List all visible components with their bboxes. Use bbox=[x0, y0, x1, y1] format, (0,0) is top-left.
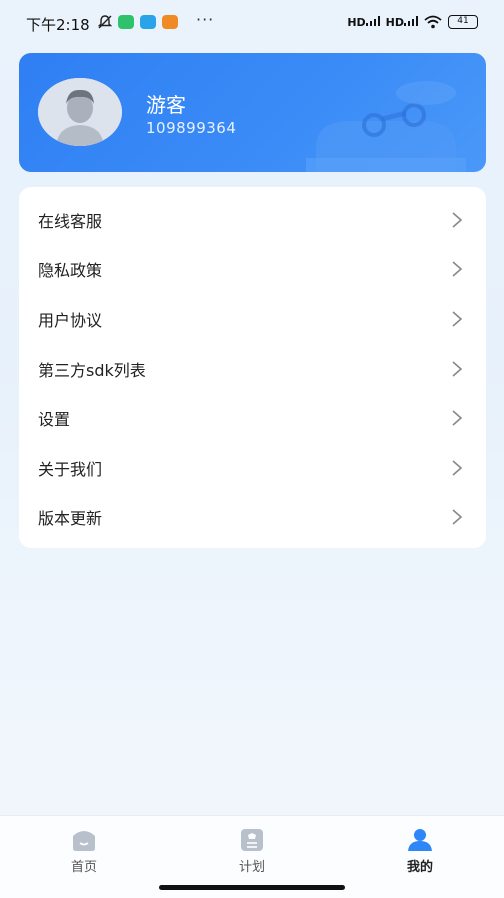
tab-home[interactable]: 首页 bbox=[44, 828, 124, 875]
menu-item-label: 第三方sdk列表 bbox=[38, 360, 146, 380]
profile-card[interactable]: 游客 109899364 bbox=[19, 53, 486, 172]
avatar[interactable] bbox=[38, 78, 122, 146]
home-icon bbox=[73, 831, 95, 851]
bell-muted-icon bbox=[98, 15, 112, 29]
status-indicators: HD HD 41 bbox=[347, 15, 478, 29]
menu-item-label: 版本更新 bbox=[38, 509, 103, 529]
menu-list: 在线客服 隐私政策 用户协议 第三方sdk列表 设置 关于我们 版本更新 bbox=[19, 187, 486, 548]
menu-item-version-update[interactable]: 版本更新 bbox=[19, 493, 486, 543]
home-indicator bbox=[159, 885, 345, 890]
tab-label: 我的 bbox=[406, 860, 433, 875]
chevron-right-icon bbox=[452, 212, 463, 228]
wifi-icon bbox=[424, 15, 442, 29]
menu-item-label: 设置 bbox=[38, 410, 71, 430]
status-time: 下午2:18 bbox=[26, 16, 90, 34]
plan-icon bbox=[241, 829, 263, 851]
menu-item-about-us[interactable]: 关于我们 bbox=[19, 443, 486, 493]
tab-label: 计划 bbox=[238, 860, 265, 875]
tab-plan[interactable]: 计划 bbox=[212, 828, 292, 875]
status-bar: 下午2:18 ··· HD HD 41 bbox=[0, 0, 504, 46]
wechat-icon bbox=[118, 15, 134, 29]
username: 游客 bbox=[146, 93, 186, 117]
chevron-right-icon bbox=[452, 360, 463, 377]
chevron-right-icon bbox=[452, 311, 463, 327]
menu-item-settings[interactable]: 设置 bbox=[19, 393, 486, 443]
chevron-right-icon bbox=[452, 410, 463, 426]
chevron-right-icon bbox=[452, 261, 463, 277]
menu-item-privacy-policy[interactable]: 隐私政策 bbox=[19, 245, 486, 295]
menu-item-sdk-list[interactable]: 第三方sdk列表 bbox=[19, 344, 486, 394]
battery-icon: 41 bbox=[448, 15, 478, 29]
tab-mine[interactable]: 我的 bbox=[380, 828, 460, 875]
menu-item-label: 用户协议 bbox=[38, 310, 103, 330]
tab-label: 首页 bbox=[70, 860, 97, 875]
chevron-right-icon bbox=[452, 460, 463, 476]
more-notifications-icon: ··· bbox=[196, 10, 215, 29]
signal-icon-2: HD bbox=[386, 15, 418, 29]
chevron-right-icon bbox=[452, 509, 463, 525]
notification-icons bbox=[98, 15, 178, 29]
app-icon bbox=[140, 15, 156, 29]
decorative-illustration bbox=[306, 81, 466, 172]
mi-icon bbox=[162, 15, 178, 29]
menu-item-label: 关于我们 bbox=[38, 459, 103, 479]
profile-icon bbox=[408, 829, 432, 851]
menu-item-user-agreement[interactable]: 用户协议 bbox=[19, 294, 486, 344]
signal-icon: HD bbox=[347, 15, 380, 29]
user-id: 109899364 bbox=[146, 119, 237, 137]
menu-item-label: 在线客服 bbox=[38, 211, 103, 231]
menu-item-label: 隐私政策 bbox=[38, 261, 103, 281]
menu-item-online-service[interactable]: 在线客服 bbox=[19, 195, 486, 245]
